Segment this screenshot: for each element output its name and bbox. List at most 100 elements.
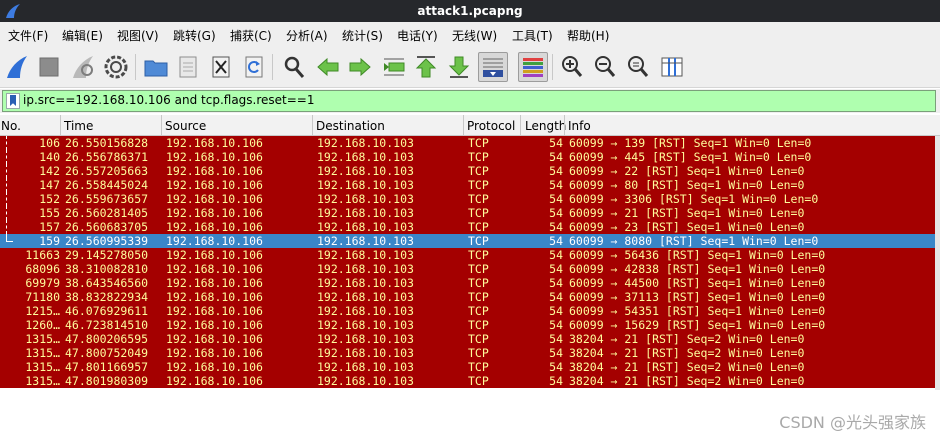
packet-row[interactable]: 71180 38.832822934 192.168.10.106 192.168.1… xyxy=(0,290,935,304)
menu-analyze[interactable]: 分析(A) xyxy=(286,27,328,44)
packet-source: 192.168.10.106 xyxy=(166,136,263,150)
packet-row[interactable]: 68096 38.310082810 192.168.10.106 192.168.1… xyxy=(0,262,935,276)
colorize-button[interactable] xyxy=(518,52,548,82)
packet-destination: 192.168.10.103 xyxy=(317,150,414,164)
packet-length: 54 xyxy=(549,164,563,178)
packet-list: No. Time Source Destination Protocol Len… xyxy=(0,115,940,390)
packet-protocol: TCP xyxy=(468,276,489,290)
packet-info: 60099 → 44500 [RST] Seq=1 Win=0 Len=0 xyxy=(569,276,826,290)
menu-capture[interactable]: 捕获(C) xyxy=(230,27,272,44)
packet-length: 54 xyxy=(549,178,563,192)
column-header-source[interactable]: Source xyxy=(165,119,206,133)
packet-time: 47.800752049 xyxy=(65,346,149,360)
menu-telephony[interactable]: 电话(Y) xyxy=(397,27,438,44)
packet-time: 29.145278050 xyxy=(65,248,149,262)
packet-rows: 106 26.550156828 192.168.10.106 192.168.10.… xyxy=(0,136,935,388)
packet-row[interactable]: 106 26.550156828 192.168.10.106 192.168.10.… xyxy=(0,136,935,150)
menu-statistics[interactable]: 统计(S) xyxy=(342,27,383,44)
packet-destination: 192.168.10.103 xyxy=(317,332,414,346)
packet-row[interactable]: 69979 38.643546560 192.168.10.106 192.168.1… xyxy=(0,276,935,290)
packet-row[interactable]: 157 26.560683705 192.168.10.106 192.168.10.… xyxy=(0,220,935,234)
packet-row[interactable]: 11663 29.145278050 192.168.10.106 192.168.1… xyxy=(0,248,935,262)
packet-row[interactable]: 1315… 47.801980309 192.168.10.106 192.168.1… xyxy=(0,374,935,388)
menu-edit[interactable]: 编辑(E) xyxy=(62,27,103,44)
open-folder-icon xyxy=(144,60,168,77)
menu-go[interactable]: 跳转(G) xyxy=(173,27,216,44)
packet-source: 192.168.10.106 xyxy=(166,150,263,164)
capture-options-gear-icon xyxy=(104,55,128,79)
menu-view[interactable]: 视图(V) xyxy=(117,27,159,44)
menu-tools[interactable]: 工具(T) xyxy=(512,27,553,44)
go-forward-button[interactable] xyxy=(345,52,375,82)
packet-time: 47.801980309 xyxy=(65,374,149,388)
restart-fin-icon xyxy=(73,56,93,78)
vertical-scrollbar[interactable] xyxy=(935,136,940,390)
column-header-info[interactable]: Info xyxy=(568,119,591,133)
restart-capture-button[interactable] xyxy=(68,52,98,82)
packet-time: 26.560281405 xyxy=(65,206,149,220)
packet-number: 68096 xyxy=(25,262,60,276)
open-file-button[interactable] xyxy=(141,52,171,82)
display-filter-field[interactable] xyxy=(2,90,936,112)
packet-row[interactable]: 1260… 46.723814510 192.168.10.106 192.168.1… xyxy=(0,318,935,332)
packet-info: 60099 → 3306 [RST] Seq=1 Win=0 Len=0 xyxy=(569,192,819,206)
display-filter-input[interactable] xyxy=(23,93,923,107)
packet-time: 38.832822934 xyxy=(65,290,149,304)
packet-time: 26.560683705 xyxy=(65,220,149,234)
packet-time: 46.723814510 xyxy=(65,318,149,332)
packet-row[interactable]: 147 26.558445024 192.168.10.106 192.168.10.… xyxy=(0,178,935,192)
first-packet-button[interactable] xyxy=(411,52,441,82)
packet-row-selected[interactable]: 159 26.560995339 192.168.10.106 192.168.10.… xyxy=(0,234,935,248)
packet-time: 26.557205663 xyxy=(65,164,149,178)
start-capture-button[interactable] xyxy=(2,52,32,82)
packet-protocol: TCP xyxy=(468,346,489,360)
packet-row[interactable]: 142 26.557205663 192.168.10.106 192.168.10.… xyxy=(0,164,935,178)
packet-source: 192.168.10.106 xyxy=(166,374,263,388)
packet-row[interactable]: 1215… 46.076929611 192.168.10.106 192.168.1… xyxy=(0,304,935,318)
zoom-in-button[interactable] xyxy=(557,52,587,82)
search-icon xyxy=(284,56,305,78)
capture-options-button[interactable] xyxy=(101,52,131,82)
packet-row[interactable]: 152 26.559673657 192.168.10.106 192.168.10.… xyxy=(0,192,935,206)
zoom-out-button[interactable] xyxy=(590,52,620,82)
menu-help[interactable]: 帮助(H) xyxy=(567,27,609,44)
packet-row[interactable]: 1315… 47.800206595 192.168.10.106 192.168.1… xyxy=(0,332,935,346)
column-header-protocol[interactable]: Protocol xyxy=(467,119,515,133)
last-packet-button[interactable] xyxy=(444,52,474,82)
go-to-packet-button[interactable] xyxy=(379,52,409,82)
packet-row[interactable]: 1315… 47.800752049 192.168.10.106 192.168.1… xyxy=(0,346,935,360)
packet-row[interactable]: 140 26.556786371 192.168.10.106 192.168.10.… xyxy=(0,150,935,164)
packet-row[interactable]: 155 26.560281405 192.168.10.106 192.168.10.… xyxy=(0,206,935,220)
autoscroll-button[interactable] xyxy=(478,52,508,82)
packet-destination: 192.168.10.103 xyxy=(317,360,414,374)
packet-length: 54 xyxy=(549,136,563,150)
column-header-length[interactable]: Length xyxy=(525,119,566,133)
column-header-destination[interactable]: Destination xyxy=(316,119,385,133)
save-file-button[interactable] xyxy=(173,52,203,82)
packet-source: 192.168.10.106 xyxy=(166,346,263,360)
packet-destination: 192.168.10.103 xyxy=(317,304,414,318)
packet-info: 38204 → 21 [RST] Seq=2 Win=0 Len=0 xyxy=(569,374,805,388)
packet-row[interactable]: 1315… 47.801166957 192.168.10.106 192.168.1… xyxy=(0,360,935,374)
packet-source: 192.168.10.106 xyxy=(166,178,263,192)
packet-time: 38.643546560 xyxy=(65,276,149,290)
resize-columns-button[interactable] xyxy=(657,52,687,82)
column-header-time[interactable]: Time xyxy=(64,119,93,133)
packet-info: 60099 → 80 [RST] Seq=1 Win=0 Len=0 xyxy=(569,178,805,192)
packet-protocol: TCP xyxy=(468,206,489,220)
packet-protocol: TCP xyxy=(468,150,489,164)
reload-file-button[interactable] xyxy=(239,52,269,82)
packet-info: 60099 → 42838 [RST] Seq=1 Win=0 Len=0 xyxy=(569,262,826,276)
column-header-no[interactable]: No. xyxy=(1,119,21,133)
menu-file[interactable]: 文件(F) xyxy=(8,27,48,44)
go-back-button[interactable] xyxy=(313,52,343,82)
close-file-button[interactable] xyxy=(206,52,236,82)
normal-size-button[interactable] xyxy=(623,52,653,82)
find-packet-button[interactable] xyxy=(279,52,309,82)
menu-wireless[interactable]: 无线(W) xyxy=(452,27,497,44)
packet-number: 106 xyxy=(39,136,60,150)
packet-protocol: TCP xyxy=(468,192,489,206)
stop-capture-button[interactable] xyxy=(34,52,64,82)
packet-length: 54 xyxy=(549,234,563,248)
bookmark-icon[interactable] xyxy=(6,93,20,109)
